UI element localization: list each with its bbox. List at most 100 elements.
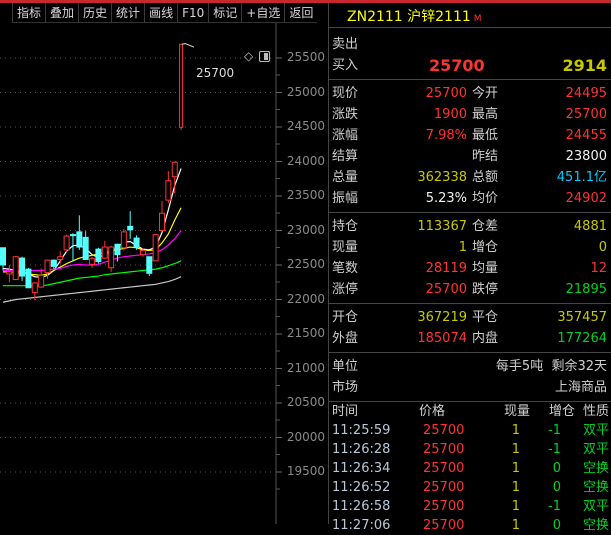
tick-volume: 1 [511, 423, 520, 438]
candle-up[interactable] [159, 212, 165, 231]
tick-oi-change: 0 [552, 461, 561, 476]
candle-up[interactable] [101, 246, 108, 259]
field-label: 昨结 [472, 149, 499, 164]
field-value: 185074 [417, 331, 467, 346]
candle-down[interactable] [127, 225, 134, 231]
column-header: 增仓 [548, 404, 575, 419]
candle-up[interactable] [139, 250, 146, 256]
open-close-stats: 开仓 367219 平仓 357457 外盘 185074 内盘 177264 [329, 304, 611, 353]
tick-list[interactable]: 时间 价格 现量 增仓 性质 11:25:59 25700 1 -1 双平 11:26:28 2570… [329, 402, 611, 535]
column-header: 时间 [332, 404, 359, 419]
field-value: 25700 [425, 86, 467, 101]
toolbar-button-3[interactable]: 统计 [111, 3, 144, 23]
tick-oi-change: -1 [548, 442, 561, 457]
diamond-icon[interactable]: ◇ [244, 49, 253, 63]
quote-panel: ZN2111 沪锌2111 M 卖出 买入 25700 2914 现价 25700 今开 2… [328, 3, 611, 533]
field-label: 涨跌 [332, 107, 359, 122]
candle-down[interactable] [82, 236, 89, 260]
candle-down[interactable] [50, 259, 57, 267]
toolbar-button-6[interactable]: 标记 [208, 3, 241, 23]
candle-up[interactable] [108, 246, 115, 269]
field-label: 涨幅 [332, 128, 359, 143]
tick-type: 双平 [582, 423, 609, 438]
candle-down[interactable] [25, 268, 32, 289]
toolbar-button-4[interactable]: 画线 [144, 3, 177, 23]
field-label: 增仓 [472, 240, 499, 255]
toolbar-button-8[interactable]: 返回 [284, 3, 317, 23]
market-label: 市场 [332, 380, 359, 395]
tick-row[interactable]: 11:26:34 25700 1 0 空换 [329, 459, 611, 478]
buy-price: 25700 [429, 56, 485, 75]
tick-row[interactable]: 11:25:59 25700 1 -1 双平 [329, 421, 611, 440]
candle-down[interactable] [19, 257, 26, 277]
candle-up[interactable] [152, 234, 159, 262]
toolbar-button-5[interactable]: F10 [177, 3, 208, 23]
candle-up[interactable] [120, 231, 127, 249]
field-value: 177264 [557, 331, 607, 346]
tick-volume: 1 [511, 499, 520, 514]
candle-up[interactable] [38, 274, 45, 288]
unit-label: 单位 [332, 359, 359, 374]
quote-row: 涨停 25700 跌停 21895 [329, 279, 611, 300]
y-tick-label: 25000 [286, 84, 325, 99]
candle-up[interactable] [57, 256, 64, 260]
candle-up[interactable] [89, 258, 96, 265]
quote-row: 外盘 185074 内盘 177264 [329, 328, 611, 349]
tick-row[interactable]: 11:27:06 25700 1 0 空换 [329, 516, 611, 535]
column-header: 价格 [419, 404, 446, 419]
candle-down[interactable] [0, 247, 6, 266]
tick-oi-change: 0 [552, 480, 561, 495]
column-header: 性质 [582, 404, 609, 419]
candle-down[interactable] [69, 234, 76, 237]
candle-down[interactable] [76, 231, 83, 248]
quote-row: 现量 1 增仓 0 [329, 237, 611, 258]
tick-price: 25700 [423, 480, 465, 495]
tick-row[interactable]: 11:26:52 25700 1 0 空换 [329, 478, 611, 497]
tick-header: 时间 价格 现量 增仓 性质 [329, 402, 611, 421]
field-label: 跌停 [472, 282, 499, 297]
tick-row[interactable]: 11:26:58 25700 1 -1 双平 [329, 497, 611, 516]
tick-type: 空换 [582, 461, 609, 476]
field-label: 笔数 [332, 261, 359, 276]
toolbar-button-7[interactable]: +自选 [241, 3, 284, 23]
quote-stats: 现价 25700 今开 24495 涨跌 1900 最高 25700 涨幅 7.98% 最低 2445… [329, 80, 611, 213]
field-value: 367219 [417, 310, 467, 325]
candle-up[interactable] [6, 271, 13, 275]
field-value: 12 [590, 261, 607, 276]
panel-toggle-icon[interactable] [259, 51, 271, 62]
candle-up[interactable] [179, 43, 184, 128]
candle-up[interactable] [44, 259, 51, 274]
tick-time: 11:26:34 [332, 461, 391, 476]
candle-down[interactable] [133, 237, 140, 248]
candle-up[interactable] [12, 256, 19, 280]
quote-row: 现价 25700 今开 24495 [329, 83, 611, 104]
y-tick-label: 22000 [286, 291, 325, 306]
toolbar-button-2[interactable]: 历史 [78, 3, 111, 23]
y-tick-label: 23500 [286, 188, 325, 202]
candle-down[interactable] [95, 248, 102, 263]
field-label: 振幅 [332, 191, 359, 206]
kline-chart[interactable]: ◇ 25700 25500 25000 24500 24000 23500 23000 22… [0, 23, 328, 524]
field-value: 357457 [557, 310, 607, 325]
field-label: 仓差 [472, 219, 499, 234]
candle-down[interactable] [114, 243, 121, 256]
field-value: 1900 [433, 107, 467, 122]
candle-up[interactable] [171, 161, 178, 178]
toolbar-button-1[interactable]: 叠加 [45, 3, 78, 23]
candle-up[interactable] [63, 235, 70, 251]
field-value: 113367 [417, 219, 467, 234]
field-label: 均价 [472, 191, 499, 206]
tick-type: 空换 [582, 518, 609, 533]
candle-up[interactable] [165, 180, 172, 201]
toolbar-button-0[interactable]: 指标 [12, 3, 45, 23]
y-tick-label: 20500 [286, 395, 325, 409]
field-label: 开仓 [332, 310, 359, 325]
field-value: 21895 [565, 282, 607, 297]
candle-up[interactable] [31, 282, 38, 294]
y-tick-label: 20000 [286, 429, 325, 444]
tick-price: 25700 [423, 423, 465, 438]
tick-row[interactable]: 11:26:28 25700 1 -1 双平 [329, 440, 611, 459]
quote-row: 总量 362338 总额 451.1亿 [329, 167, 611, 188]
candle-down[interactable] [146, 256, 153, 274]
tick-price: 25700 [423, 518, 465, 533]
